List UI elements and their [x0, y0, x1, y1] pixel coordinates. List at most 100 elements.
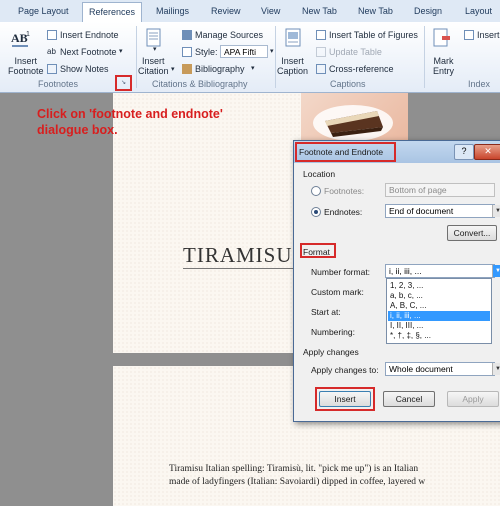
group-separator: [136, 26, 137, 88]
tab-design[interactable]: Design: [414, 6, 442, 16]
endnotes-dropdown-icon[interactable]: ▼: [492, 205, 500, 217]
cross-reference-icon: [316, 64, 326, 74]
number-format-option[interactable]: A, B, C, ...: [388, 301, 490, 311]
number-format-label: Number format:: [311, 267, 371, 277]
bibliography-dropdown-icon[interactable]: ▾: [251, 64, 255, 72]
endnotes-location-value: End of document: [389, 206, 454, 216]
number-format-listbox: 1, 2, 3, ... a, b, c, ... A, B, C, ... i…: [386, 278, 492, 344]
insert-footnote-icon: AB 1: [10, 28, 32, 50]
tab-review[interactable]: Review: [211, 6, 241, 16]
next-footnote-icon: ab: [47, 47, 56, 56]
insert-endnote-button[interactable]: Insert Endnote: [60, 30, 119, 40]
dialog-launcher-highlight: [115, 75, 132, 91]
number-format-option[interactable]: I, II, III, ...: [388, 321, 490, 331]
mark-entry-button[interactable]: Mark Entry: [433, 56, 454, 76]
number-format-dropdown-icon[interactable]: ▼: [492, 265, 500, 277]
show-notes-button[interactable]: Show Notes: [60, 64, 109, 74]
style-dropdown-icon[interactable]: ▾: [270, 47, 274, 55]
insert-footnote-label-1: Insert: [14, 56, 38, 66]
help-button[interactable]: ?: [454, 144, 474, 160]
number-format-select[interactable]: i, ii, iii, ...: [385, 264, 495, 278]
number-format-option-selected[interactable]: i, ii, iii, ...: [388, 311, 490, 321]
manage-sources-icon: [182, 30, 192, 40]
svg-text:1: 1: [26, 31, 30, 38]
ribbon-tab-bar: Page Layout References Mailings Review V…: [0, 0, 500, 23]
number-format-value: i, ii, iii, ...: [389, 266, 422, 276]
custom-mark-label: Custom mark:: [311, 287, 364, 297]
tiramisu-photo: [301, 93, 408, 145]
close-button[interactable]: ✕: [474, 144, 500, 160]
apply-changes-to-value: Whole document: [389, 364, 453, 374]
apply-changes-to-select[interactable]: Whole document: [385, 362, 495, 376]
captions-group-label: Captions: [330, 79, 366, 89]
tab-mailings[interactable]: Mailings: [156, 6, 189, 16]
table-of-figures-icon: [316, 30, 326, 40]
mark-entry-label-2: Entry: [433, 66, 455, 76]
manage-sources-button[interactable]: Manage Sources: [195, 30, 263, 40]
footnotes-location-select[interactable]: Bottom of page: [385, 183, 495, 197]
endnotes-label: Endnotes:: [324, 207, 363, 217]
mark-entry-icon: [432, 28, 452, 52]
insert-caption-icon: [283, 28, 303, 52]
update-table-button[interactable]: Update Table: [329, 47, 382, 57]
tab-new-tab-2[interactable]: New Tab: [358, 6, 393, 16]
footnotes-group-label: Footnotes: [38, 79, 79, 89]
convert-button[interactable]: Convert...: [447, 225, 497, 241]
footnotes-location-value: Bottom of page: [389, 185, 447, 195]
body-line: made of ladyfingers (Italian: Savoiardi)…: [169, 477, 426, 487]
tab-references[interactable]: References: [82, 2, 143, 22]
bibliography-button[interactable]: Bibliography: [195, 64, 245, 74]
insert-caption-label-1: Insert: [281, 56, 304, 66]
body-line: Tiramisu Italian spelling: Tiramisù, lit…: [169, 464, 419, 474]
insert-citation-button[interactable]: Insert Citation: [138, 56, 169, 76]
index-group-label: Index: [468, 79, 491, 89]
location-label: Location: [303, 169, 336, 179]
dialog-title-highlight: [295, 142, 396, 162]
start-at-label: Start at:: [311, 307, 341, 317]
mark-entry-label-1: Mark: [433, 56, 454, 66]
style-label: Style:: [195, 47, 218, 57]
footnotes-label: Footnotes:: [324, 186, 365, 196]
tab-view[interactable]: View: [261, 6, 280, 16]
group-separator: [275, 26, 276, 88]
apply-changes-dropdown-icon[interactable]: ▼: [492, 363, 500, 375]
insert-index-button[interactable]: Insert: [477, 30, 500, 40]
apply-button[interactable]: Apply: [447, 391, 499, 407]
insert-citation-label-2: Citation: [138, 66, 169, 76]
footnotes-radio[interactable]: [311, 186, 321, 196]
document-body: Tiramisu Italian spelling: Tiramisù, lit…: [169, 463, 425, 489]
insert-table-of-figures-button[interactable]: Insert Table of Figures: [329, 30, 418, 40]
insert-endnote-icon: [47, 30, 57, 40]
tab-layout[interactable]: Layout: [465, 6, 492, 16]
ribbon: AB 1 Insert Footnote Insert Endnote ab Ne…: [0, 22, 500, 93]
insert-citation-icon: ▾: [144, 28, 164, 53]
group-separator: [424, 26, 425, 88]
tab-page-layout[interactable]: Page Layout: [18, 6, 69, 16]
insert-citation-label-1: Insert: [142, 56, 165, 66]
insert-caption-button[interactable]: Insert Caption: [277, 56, 308, 76]
numbering-label: Numbering:: [311, 327, 355, 337]
number-format-option[interactable]: *, †, ‡, §, ...: [388, 331, 490, 341]
endnotes-location-select[interactable]: End of document: [385, 204, 495, 218]
endnotes-radio[interactable]: [311, 207, 321, 217]
next-footnote-dropdown-icon[interactable]: ▾: [119, 47, 123, 55]
next-footnote-button[interactable]: Next Footnote: [60, 47, 117, 57]
insert-footnote-button[interactable]: Insert Footnote: [8, 56, 44, 76]
insert-citation-dropdown-icon[interactable]: ▾: [171, 65, 175, 73]
insert-index-icon: [464, 30, 474, 40]
insert-footnote-label-2: Footnote: [8, 66, 44, 76]
number-format-option[interactable]: 1, 2, 3, ...: [388, 281, 490, 291]
svg-text:▾: ▾: [153, 46, 157, 52]
number-format-option[interactable]: a, b, c, ...: [388, 291, 490, 301]
show-notes-icon: [47, 64, 57, 74]
citations-group-label: Citations & Bibliography: [152, 79, 248, 89]
tab-new-tab-1[interactable]: New Tab: [302, 6, 337, 16]
cancel-button[interactable]: Cancel: [383, 391, 435, 407]
style-select-value: APA Fifti: [224, 47, 256, 57]
update-table-icon: [316, 47, 326, 57]
insert-highlight: [315, 387, 375, 411]
apply-changes-label: Apply changes: [303, 347, 359, 357]
format-highlight: [300, 243, 336, 258]
style-select[interactable]: APA Fifti: [220, 45, 268, 58]
cross-reference-button[interactable]: Cross-reference: [329, 64, 394, 74]
